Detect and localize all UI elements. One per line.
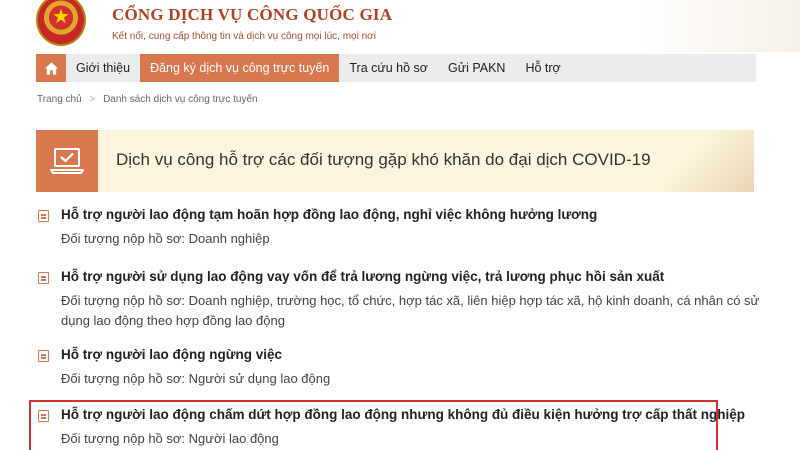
breadcrumb-separator: > (89, 94, 96, 105)
service-title-link[interactable]: Hỗ trợ người lao động ngừng việc (61, 346, 330, 364)
document-list-icon (38, 350, 49, 362)
home-icon (44, 61, 58, 75)
banner-decoration (664, 130, 754, 192)
service-title-link[interactable]: Hỗ trợ người sử dụng lao động vay vốn để… (61, 268, 761, 286)
national-emblem-logo[interactable]: ★ (36, 0, 86, 46)
service-subject: Đối tượng nộp hồ sơ: Người sử dụng lao đ… (61, 371, 331, 386)
nav-item-gui-pakn[interactable]: Gửi PAKN (438, 54, 515, 82)
nav-item-dang-ky[interactable]: Đăng ký dịch vụ công trực tuyến (140, 54, 340, 82)
banner-title: Dịch vụ công hỗ trợ các đối tượng gặp kh… (116, 150, 651, 169)
service-item[interactable]: Hỗ trợ người lao động ngừng việc Đối tượ… (36, 346, 330, 389)
document-list-icon (38, 210, 49, 222)
service-item[interactable]: Hỗ trợ người lao động tạm hoãn hợp đồng … (36, 206, 597, 249)
nav-item-gioi-thieu[interactable]: Giới thiệu (66, 54, 140, 82)
nav-home-button[interactable] (36, 54, 66, 82)
nav-item-tra-cuu[interactable]: Tra cứu hồ sơ (339, 54, 438, 82)
laptop-check-icon (50, 148, 84, 174)
service-item[interactable]: Hỗ trợ người sử dụng lao động vay vốn để… (36, 268, 761, 331)
nav-item-ho-tro[interactable]: Hỗ trợ (515, 54, 570, 82)
highlight-box (29, 400, 718, 450)
site-header: ★ CỔNG DỊCH VỤ CÔNG QUỐC GIA Kết nối, cu… (0, 0, 800, 52)
site-title[interactable]: CỔNG DỊCH VỤ CÔNG QUỐC GIA (112, 5, 392, 25)
service-subject: Đối tượng nộp hồ sơ: Doanh nghiệp (61, 231, 270, 246)
service-title-link[interactable]: Hỗ trợ người lao động tạm hoãn hợp đồng … (61, 206, 597, 224)
service-subject: Đối tượng nộp hồ sơ: Doanh nghiệp, trườn… (61, 293, 760, 328)
star-icon: ★ (52, 6, 70, 29)
site-tagline: Kết nối, cung cấp thông tin và dịch vụ c… (112, 31, 376, 42)
breadcrumb-home-link[interactable]: Trang chủ (37, 94, 82, 105)
breadcrumb-current[interactable]: Danh sách dịch vụ công trực tuyến (103, 94, 258, 105)
document-list-icon (38, 272, 49, 284)
banner-icon-box (36, 130, 98, 192)
main-nav: Giới thiệu Đăng ký dịch vụ công trực tuy… (36, 54, 756, 82)
breadcrumb: Trang chủ > Danh sách dịch vụ công trực … (37, 94, 258, 105)
covid-services-banner: Dịch vụ công hỗ trợ các đối tượng gặp kh… (36, 130, 754, 192)
header-decoration (640, 0, 800, 52)
